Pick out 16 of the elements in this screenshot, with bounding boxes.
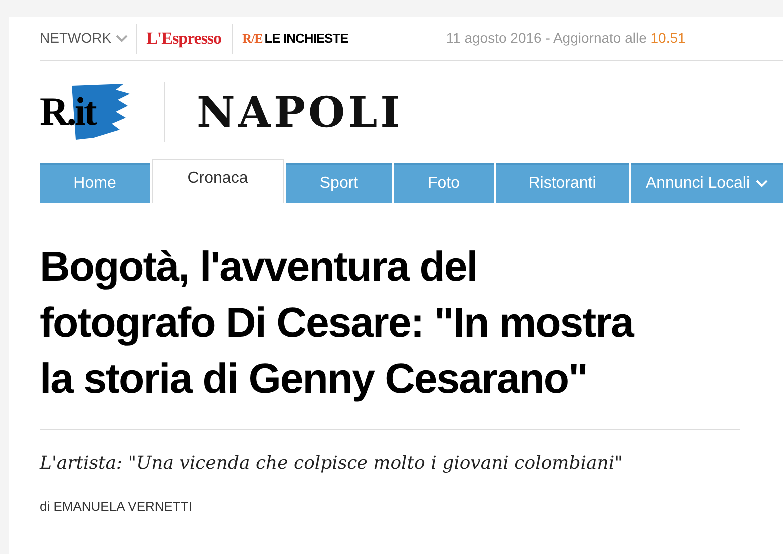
inchieste-logo[interactable]: R/ELE INCHIESTE [232,28,348,48]
headline: Bogotà, l'avventura del fotografo Di Cesare: "In mostra la storia di Genny Cesarano" [40,242,636,404]
nav-tab[interactable]: Cronaca [152,159,284,203]
network-menu[interactable]: NETWORK [40,28,112,49]
section-title: NAPOLI [197,86,404,138]
espresso-logo[interactable]: L'Espresso [146,26,222,52]
nav-tab[interactable]: Sport [286,163,392,203]
byline: di EMANUELA VERNETTI [40,498,194,516]
chevron-down-icon [756,180,768,188]
update-date: 11 agosto 2016 - Aggiornato alle 10.51 [446,29,686,48]
chevron-down-icon [116,34,128,42]
nav-tab[interactable]: Ristoranti [496,163,629,203]
nav-tab[interactable]: Foto [394,163,494,203]
summary: L'artista: "Una vicenda che colpisce molto i giovani colombiani" [40,452,624,476]
nav-tab[interactable]: Annunci Locali [631,163,783,203]
nav-tab[interactable]: Home [40,163,150,203]
